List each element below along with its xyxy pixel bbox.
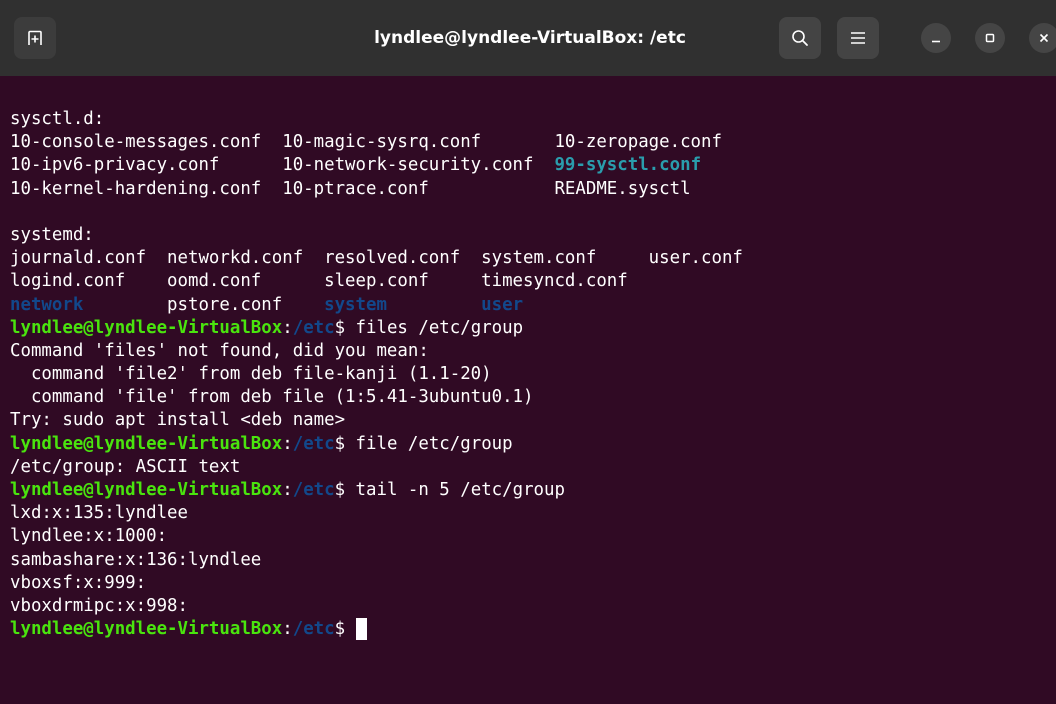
terminal-output-line: Try: sudo apt install <deb name>: [0, 409, 1056, 432]
terminal-text-segment: lxd:x:135:lyndlee: [10, 503, 188, 524]
title-bar[interactable]: lyndlee@lyndlee-VirtualBox: /etc: [0, 0, 1056, 76]
terminal-text-segment: /etc: [292, 619, 335, 640]
terminal-output-line: 10-ipv6-privacy.conf 10-network-security…: [0, 154, 1056, 177]
close-button[interactable]: [1029, 23, 1056, 53]
terminal-output-line: lxd:x:135:lyndlee: [0, 502, 1056, 525]
terminal-output-line: Command 'files' not found, did you mean:: [0, 340, 1056, 363]
terminal-text-segment: :: [282, 317, 293, 338]
terminal-text-segment: 99-sysctl.conf: [554, 155, 702, 176]
terminal-text-segment: $ file /etc/group: [334, 433, 513, 454]
terminal-text-segment: 10-console-messages.conf 10-magic-sysrq.…: [10, 132, 722, 153]
terminal-text-segment: sambashare:x:136:lyndlee: [10, 549, 262, 570]
terminal-output-line: 10-kernel-hardening.conf 10-ptrace.conf …: [0, 178, 1056, 201]
terminal-text-segment: /etc: [292, 317, 335, 338]
terminal-text-segment: pstore.conf: [83, 294, 325, 315]
terminal-text-segment: network: [10, 294, 84, 315]
terminal-output-line: lyndlee:x:1000:: [0, 525, 1056, 548]
terminal-text-segment: vboxsf:x:999:: [10, 572, 147, 593]
maximize-icon: [984, 32, 996, 44]
terminal-text-segment: :: [282, 480, 293, 500]
close-icon: [1038, 32, 1050, 44]
terminal-text-segment: logind.conf oomd.conf sleep.conf timesyn…: [10, 271, 628, 292]
terminal-text-segment: lyndlee:x:1000:: [10, 526, 168, 547]
terminal-text-segment: 10-ipv6-privacy.conf 10-network-security…: [10, 155, 555, 176]
new-tab-button[interactable]: [14, 17, 56, 59]
terminal-output-line: network pstore.conf system user: [0, 294, 1056, 317]
terminal-text-segment: Command 'files' not found, did you mean:: [10, 340, 429, 361]
search-button[interactable]: [779, 17, 821, 59]
terminal-text-segment: Try: sudo apt install <deb name>: [10, 410, 346, 431]
terminal-output-line: systemd:: [0, 224, 1056, 247]
terminal-output-line: vboxdrmipc:x:998:: [0, 595, 1056, 618]
terminal-output-line: sysctl.d:: [0, 108, 1056, 131]
terminal-text-segment: $: [334, 619, 356, 640]
terminal-text-segment: vboxdrmipc:x:998:: [10, 595, 188, 616]
minimize-button[interactable]: [921, 23, 951, 53]
terminal-output-area[interactable]: sysctl.d: 10-console-messages.conf 10-mag…: [0, 108, 1056, 704]
terminal-text-segment: 10-kernel-hardening.conf 10-ptrace.conf …: [10, 178, 691, 199]
terminal-output-line: 10-console-messages.conf 10-magic-sysrq.…: [0, 131, 1056, 154]
terminal-text-segment: lyndlee@lyndlee-VirtualBox: [10, 433, 283, 454]
menu-button[interactable]: [837, 17, 879, 59]
terminal-text-segment: lyndlee@lyndlee-VirtualBox: [10, 619, 283, 640]
terminal-output-line: vboxsf:x:999:: [0, 572, 1056, 595]
terminal-text-segment: lyndlee@lyndlee-VirtualBox: [10, 480, 283, 500]
terminal-text-segment: $ tail -n 5 /etc/group: [334, 480, 565, 500]
minimize-icon: [930, 32, 942, 44]
terminal-text-segment: /etc/group: ASCII text: [10, 456, 241, 477]
terminal-cursor: [355, 618, 367, 641]
terminal-output-line: journald.conf networkd.conf resolved.con…: [0, 247, 1056, 270]
terminal-output-line: command 'file' from deb file (1:5.41-3ub…: [0, 386, 1056, 409]
terminal-prompt-line: lyndlee@lyndlee-VirtualBox:/etc$: [0, 618, 1056, 641]
terminal-text-segment: user: [481, 294, 524, 315]
terminal-text-segment: :: [282, 619, 293, 640]
terminal-text-segment: journald.conf networkd.conf resolved.con…: [10, 248, 743, 269]
terminal-prompt-line: lyndlee@lyndlee-VirtualBox:/etc$ files /…: [0, 317, 1056, 340]
terminal-text-segment: lyndlee@lyndlee-VirtualBox: [10, 317, 283, 338]
terminal-text-segment: command 'file2' from deb file-kanji (1.1…: [10, 364, 492, 385]
terminal-output-line: sambashare:x:136:lyndlee: [0, 549, 1056, 572]
terminal-prompt-line: lyndlee@lyndlee-VirtualBox:/etc$ tail -n…: [0, 479, 1056, 502]
terminal-text-segment: systemd:: [10, 224, 94, 245]
window-title: lyndlee@lyndlee-VirtualBox: /etc: [374, 28, 686, 48]
terminal-output-line: logind.conf oomd.conf sleep.conf timesyn…: [0, 270, 1056, 293]
hamburger-menu-icon: [850, 31, 866, 45]
terminal-window: lyndlee@lyndlee-VirtualBox: /etc sysctl.…: [0, 0, 1056, 704]
search-icon: [791, 29, 809, 47]
terminal-output-line: /etc/group: ASCII text: [0, 456, 1056, 479]
terminal-text-segment: command 'file' from deb file (1:5.41-3ub…: [10, 387, 534, 408]
terminal-prompt-line: lyndlee@lyndlee-VirtualBox:/etc$ file /e…: [0, 433, 1056, 456]
terminal-text-segment: system: [324, 294, 387, 315]
maximize-button[interactable]: [975, 23, 1005, 53]
terminal-text-segment: $ files /etc/group: [334, 317, 524, 338]
terminal-output-line: command 'file2' from deb file-kanji (1.1…: [0, 363, 1056, 386]
terminal-text-segment: :: [282, 433, 293, 454]
terminal-text-segment: /etc: [292, 480, 335, 500]
terminal-text-segment: /etc: [292, 433, 335, 454]
new-tab-icon: [27, 30, 43, 46]
terminal-text-segment: sysctl.d:: [10, 109, 105, 129]
